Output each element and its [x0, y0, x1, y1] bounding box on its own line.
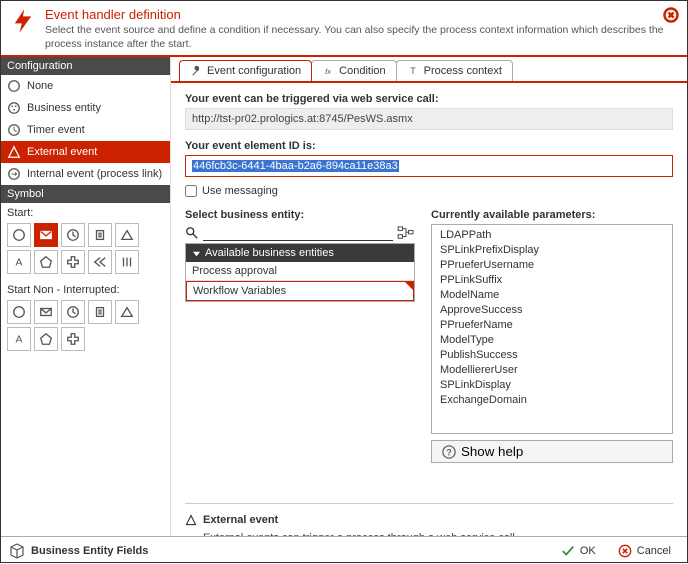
- check-icon: [561, 544, 575, 558]
- symbol-text-a[interactable]: A: [7, 327, 31, 351]
- start-noninterrupted-label: Start Non - Interrupted:: [1, 280, 170, 298]
- config-label: External event: [27, 146, 97, 158]
- config-external-event[interactable]: External event: [1, 141, 170, 163]
- tab-label: Process context: [424, 65, 502, 77]
- symbol-clock[interactable]: [61, 300, 85, 324]
- start-label: Start:: [1, 203, 170, 221]
- config-timer-event[interactable]: Timer event: [1, 119, 170, 141]
- parameters-list[interactable]: LDAPPath SPLinkPrefixDisplay PPrueferUse…: [431, 224, 673, 434]
- tab-event-configuration[interactable]: Event configuration: [179, 60, 312, 81]
- element-id-field[interactable]: 446fcb3c-6441-4baa-b2a6-894ca11e38a3: [185, 155, 673, 177]
- param-item[interactable]: ModelliererUser: [432, 362, 672, 377]
- dialog-description: Select the event source and define a con…: [45, 24, 679, 51]
- param-item[interactable]: ApproveSuccess: [432, 302, 672, 317]
- symbol-text-a[interactable]: A: [7, 250, 31, 274]
- help-icon: ?: [442, 445, 456, 459]
- element-id-label: Your event element ID is:: [185, 140, 673, 152]
- help-title: External event: [185, 514, 673, 526]
- tab-condition[interactable]: fx Condition: [311, 60, 396, 81]
- symbol-envelope[interactable]: [34, 300, 58, 324]
- select-entity-label: Select business entity:: [185, 209, 415, 221]
- symbol-document[interactable]: [88, 300, 112, 324]
- start-symbol-grid: A: [1, 221, 170, 280]
- symbol-rewind[interactable]: [88, 250, 112, 274]
- ok-button[interactable]: OK: [553, 541, 604, 561]
- footer-entity-fields[interactable]: Business Entity Fields: [31, 545, 148, 557]
- dialog-title: Event handler definition: [45, 7, 679, 22]
- symbol-pentagon[interactable]: [34, 250, 58, 274]
- entity-item-workflow-variables[interactable]: Workflow Variables: [186, 281, 414, 301]
- svg-text:fx: fx: [325, 67, 331, 76]
- config-label: Internal event (process link): [27, 168, 162, 180]
- svg-text:T: T: [410, 66, 416, 76]
- param-item[interactable]: PPrueferName: [432, 317, 672, 332]
- symbol-bars[interactable]: [115, 250, 139, 274]
- entity-item-process-approval[interactable]: Process approval: [186, 262, 414, 281]
- param-item[interactable]: PPrueferUsername: [432, 257, 672, 272]
- symbol-document[interactable]: [88, 223, 112, 247]
- param-item[interactable]: SPLinkDisplay: [432, 377, 672, 392]
- config-label: Timer event: [27, 124, 85, 136]
- svg-text:A: A: [15, 334, 22, 346]
- param-item[interactable]: ModelName: [432, 287, 672, 302]
- tab-process-context[interactable]: T Process context: [396, 60, 513, 81]
- param-item[interactable]: SPLinkPrefixDisplay: [432, 242, 672, 257]
- fx-icon: fx: [322, 65, 334, 77]
- symbol-envelope[interactable]: [34, 223, 58, 247]
- event-bolt-icon: [9, 7, 37, 35]
- wrench-icon: [190, 65, 202, 77]
- symbol-plus[interactable]: [61, 327, 85, 351]
- config-none[interactable]: None: [1, 75, 170, 97]
- text-icon: T: [407, 65, 419, 77]
- close-button[interactable]: [663, 7, 679, 23]
- entity-tree-icon[interactable]: [397, 226, 415, 240]
- triangle-icon: [185, 514, 197, 526]
- use-messaging-label: Use messaging: [202, 185, 278, 197]
- entities-header[interactable]: Available business entities: [186, 244, 414, 262]
- entity-search-input[interactable]: [203, 224, 393, 241]
- symbol-triangle[interactable]: [115, 300, 139, 324]
- tab-label: Event configuration: [207, 65, 301, 77]
- webservice-url-field[interactable]: http://tst-pr02.prologics.at:8745/PesWS.…: [185, 108, 673, 130]
- symbol-plus[interactable]: [61, 250, 85, 274]
- tab-label: Condition: [339, 65, 385, 77]
- svg-text:A: A: [15, 257, 22, 269]
- help-text: External events can trigger a process th…: [185, 532, 673, 536]
- param-item[interactable]: LDAPPath: [432, 227, 672, 242]
- params-label: Currently available parameters:: [431, 209, 673, 221]
- search-icon: [185, 226, 199, 240]
- noninterrupted-symbol-grid: A: [1, 298, 170, 357]
- config-business-entity[interactable]: Business entity: [1, 97, 170, 119]
- cancel-icon: [618, 544, 632, 558]
- param-item[interactable]: PPLinkSuffix: [432, 272, 672, 287]
- show-help-button[interactable]: ? Show help: [431, 440, 673, 463]
- config-label: None: [27, 80, 53, 92]
- symbol-pentagon[interactable]: [34, 327, 58, 351]
- cancel-button[interactable]: Cancel: [610, 541, 679, 561]
- configuration-header: Configuration: [1, 57, 170, 75]
- symbol-triangle[interactable]: [115, 223, 139, 247]
- svg-text:?: ?: [446, 447, 451, 457]
- config-internal-event[interactable]: Internal event (process link): [1, 163, 170, 185]
- symbol-header: Symbol: [1, 185, 170, 203]
- symbol-circle[interactable]: [7, 300, 31, 324]
- param-item[interactable]: PublishSuccess: [432, 347, 672, 362]
- param-item[interactable]: ModelType: [432, 332, 672, 347]
- param-item[interactable]: ExchangeDomain: [432, 392, 672, 407]
- cube-icon: [9, 543, 25, 559]
- use-messaging-checkbox[interactable]: [185, 185, 197, 197]
- symbol-circle[interactable]: [7, 223, 31, 247]
- webservice-label: Your event can be triggered via web serv…: [185, 93, 673, 105]
- symbol-clock[interactable]: [61, 223, 85, 247]
- config-label: Business entity: [27, 102, 101, 114]
